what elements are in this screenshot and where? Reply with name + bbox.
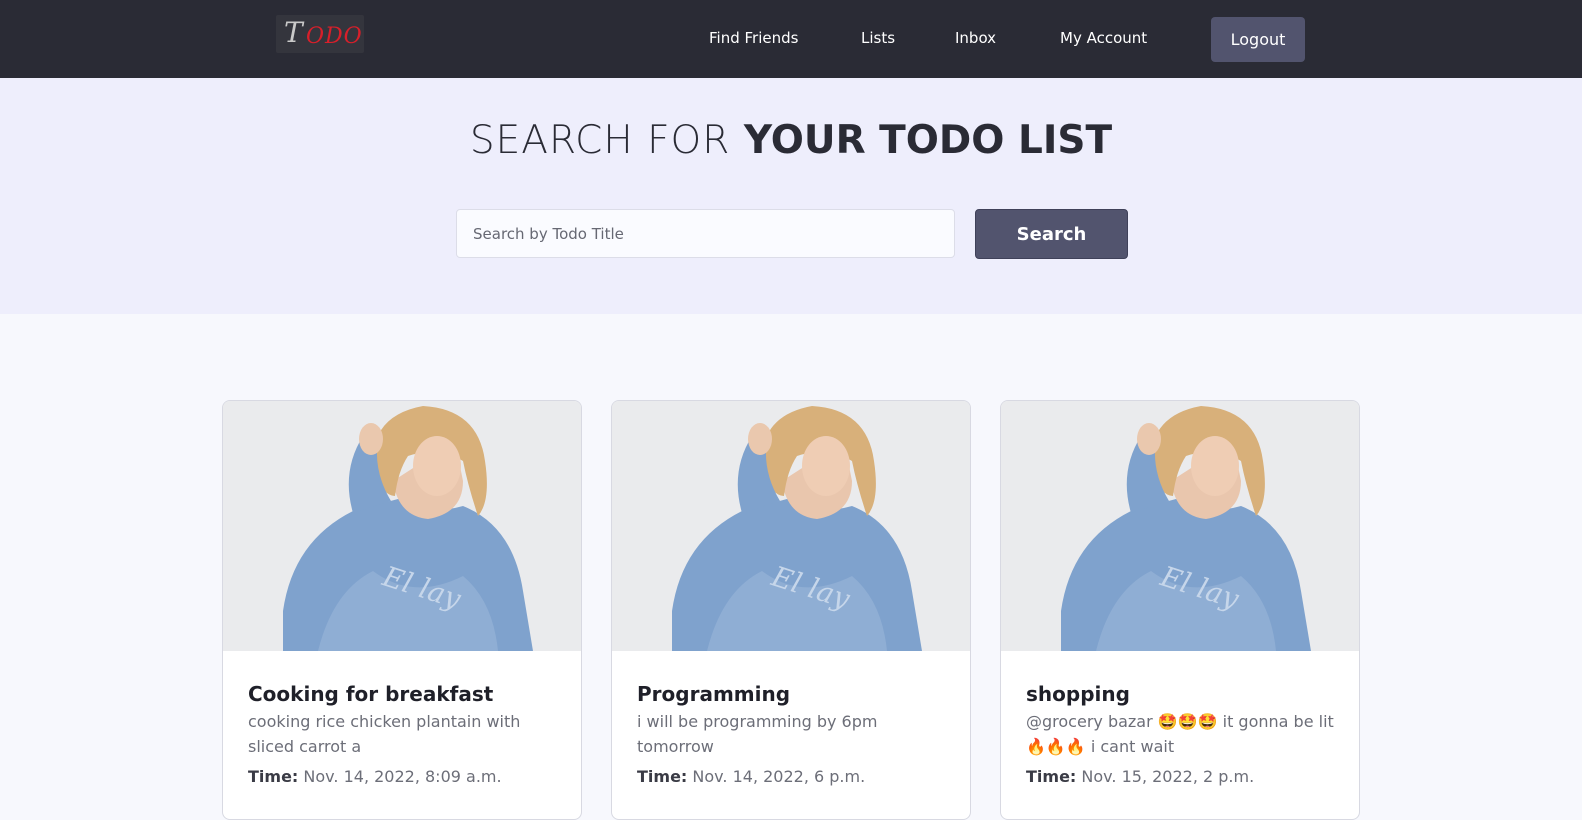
search-input[interactable] [456,209,955,258]
nav-link-lists[interactable]: Lists [861,29,895,47]
todo-card-title[interactable]: Programming [637,681,952,707]
nav-link-my-account[interactable]: My Account [1060,29,1147,47]
time-label: Time: [637,767,688,786]
logo-rest-letters: ODO [306,24,363,49]
time-label: Time: [1026,767,1077,786]
page-title: SEARCH FOR YOUR TODO LIST [0,118,1582,163]
todo-card-description: @grocery bazar 🤩🤩🤩 it gonna be lit 🔥🔥🔥 i… [1026,712,1334,756]
todo-card[interactable]: El lay shopping @grocery bazar 🤩🤩🤩 it go… [1000,400,1360,820]
todo-card-image: El lay [1001,401,1359,651]
logo-first-letter: T [284,16,303,49]
time-value: Nov. 15, 2022, 2 p.m. [1081,767,1255,786]
title-bold-part: YOUR TODO LIST [743,118,1113,163]
person-photo-icon: El lay [612,401,970,651]
todo-card-time: Time: Nov. 14, 2022, 6 p.m. [637,767,952,786]
todo-card[interactable]: El lay Cooking for breakfast cooking ric… [222,400,582,820]
time-label: Time: [248,767,299,786]
person-photo-icon: El lay [223,401,581,651]
title-light-part: SEARCH FOR [469,118,731,163]
todo-card-description: cooking rice chicken plantain with slice… [248,712,521,756]
todo-card-body: Cooking for breakfast cooking rice chick… [248,681,563,786]
top-navbar: T ODO Find Friends Lists Inbox My Accoun… [0,0,1582,78]
todo-card-time: Time: Nov. 15, 2022, 2 p.m. [1026,767,1341,786]
nav-link-inbox[interactable]: Inbox [955,29,996,47]
todo-logo[interactable]: T ODO [276,15,364,53]
todo-card-image: El lay [223,401,581,651]
nav-link-find-friends[interactable]: Find Friends [709,29,798,47]
time-value: Nov. 14, 2022, 6 p.m. [692,767,866,786]
todo-card[interactable]: El lay Programming i will be programming… [611,400,971,820]
todo-card-time: Time: Nov. 14, 2022, 8:09 a.m. [248,767,563,786]
search-hero: SEARCH FOR YOUR TODO LIST Search [0,78,1582,314]
todo-card-title[interactable]: Cooking for breakfast [248,681,563,707]
logout-button[interactable]: Logout [1211,17,1305,62]
time-value: Nov. 14, 2022, 8:09 a.m. [303,767,502,786]
todo-card-body: Programming i will be programming by 6pm… [637,681,952,786]
search-button[interactable]: Search [975,209,1128,259]
todo-card-title[interactable]: shopping [1026,681,1341,707]
person-photo-icon: El lay [1001,401,1359,651]
todo-card-description: i will be programming by 6pm tomorrow [637,712,878,756]
todo-card-image: El lay [612,401,970,651]
todo-card-body: shopping @grocery bazar 🤩🤩🤩 it gonna be … [1026,681,1341,786]
